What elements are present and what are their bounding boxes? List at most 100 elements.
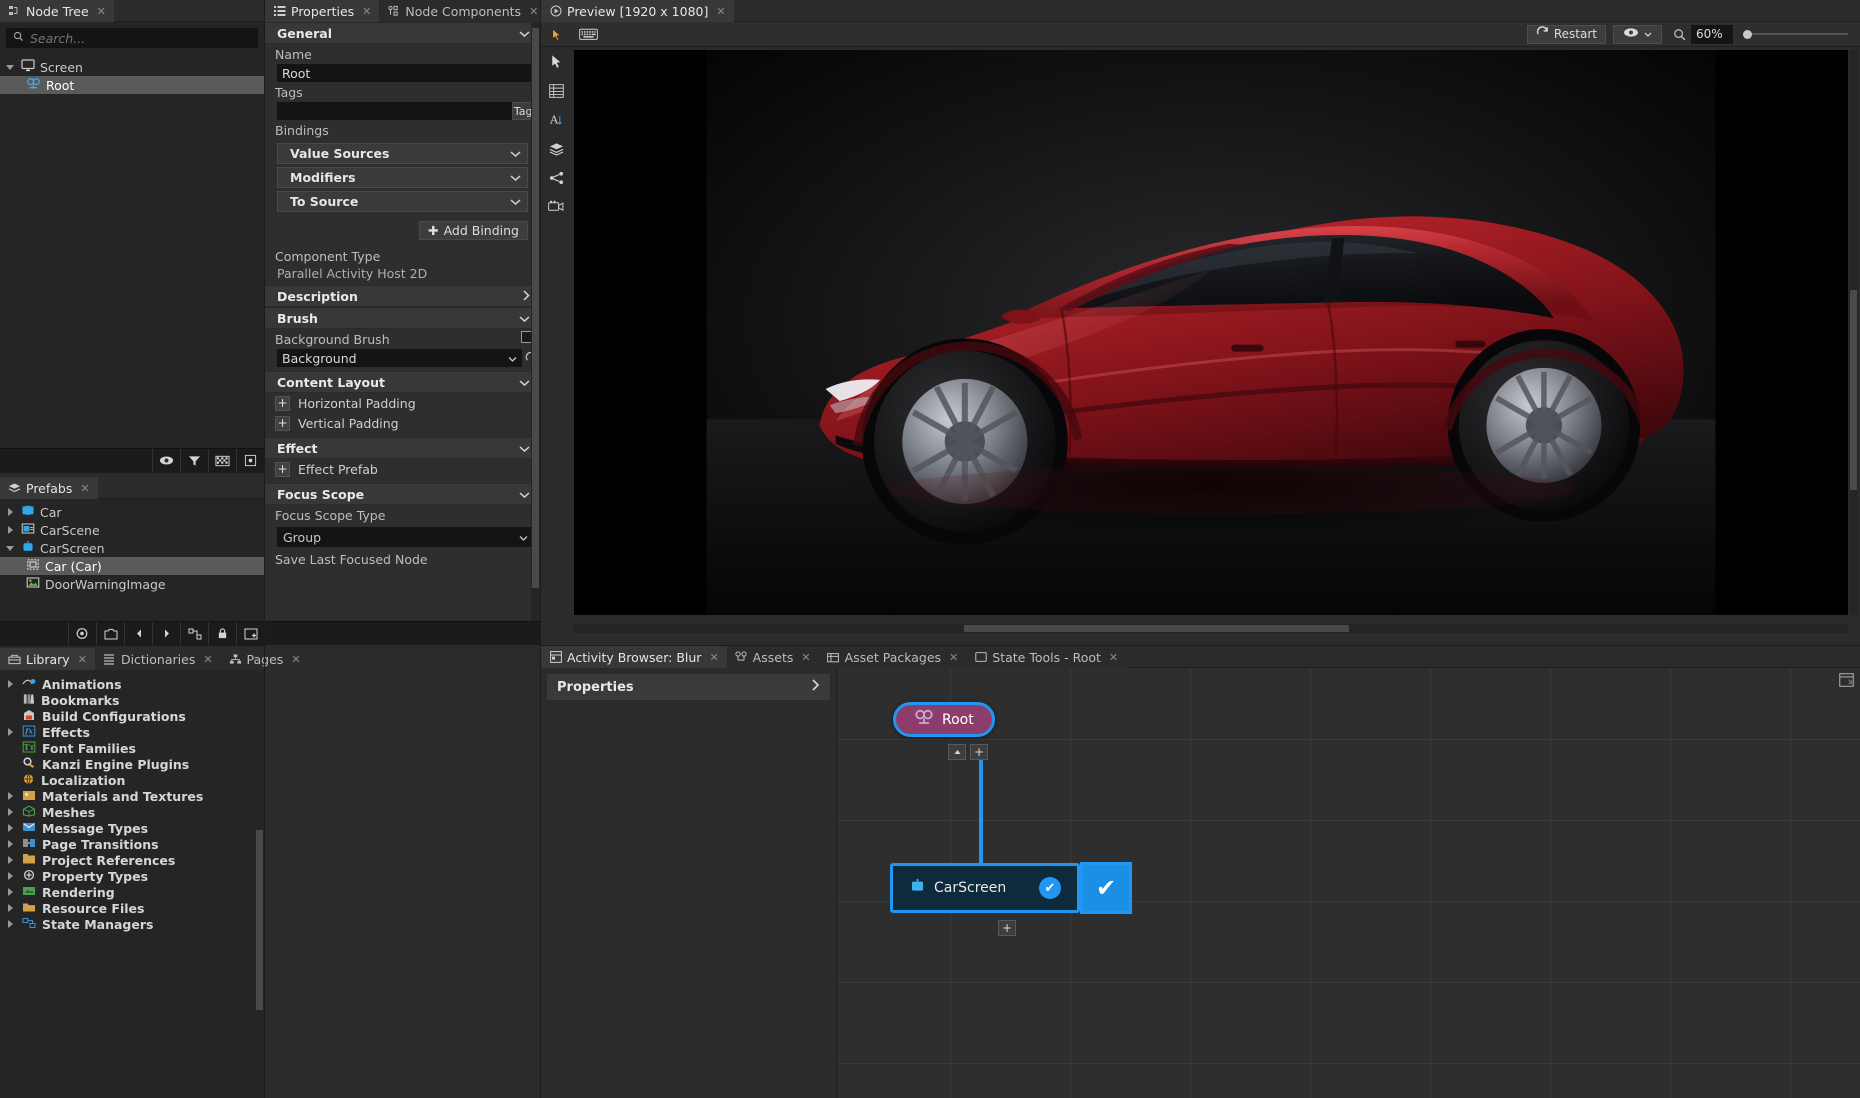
library-item-message-types[interactable]: Message Types (0, 820, 264, 836)
check-icon[interactable]: ✔ (1039, 877, 1061, 899)
section-general[interactable]: General (265, 22, 540, 44)
chevron-down-icon[interactable] (510, 146, 521, 161)
close-icon[interactable]: ✕ (709, 651, 718, 664)
collapse-button[interactable] (948, 744, 966, 760)
close-icon[interactable]: ✕ (949, 651, 958, 664)
chevron-right-icon[interactable] (6, 679, 16, 689)
add-prefab-icon[interactable] (236, 622, 264, 645)
prefab-row-carscreen[interactable]: CarScreen (0, 539, 264, 557)
chevron-right-icon[interactable] (811, 679, 820, 695)
preview-hscrollbar[interactable] (574, 624, 1848, 633)
zoom-slider-knob[interactable] (1743, 29, 1752, 39)
divider-nodetree-prefabs[interactable] (0, 472, 264, 473)
library-item-font-families[interactable]: Tт Font Families (0, 740, 264, 756)
grid-layout-icon[interactable] (541, 76, 571, 105)
tab-activity-browser[interactable]: Activity Browser: Blur ✕ (541, 646, 727, 668)
select-arrow-icon[interactable] (541, 47, 571, 76)
layers-icon[interactable] (541, 134, 571, 163)
chevron-down-icon[interactable] (510, 170, 521, 185)
effect-prefab-row[interactable]: + Effect Prefab (265, 459, 540, 479)
section-description[interactable]: Description (265, 285, 540, 307)
plus-icon[interactable]: + (275, 395, 290, 411)
divider-nodetree-props[interactable] (264, 0, 265, 1098)
snapshot-icon[interactable] (96, 622, 124, 645)
binding-group-modifiers[interactable]: Modifiers (277, 167, 528, 188)
background-brush-field[interactable]: Background (277, 349, 522, 367)
close-icon[interactable]: ✕ (78, 653, 87, 666)
prefab-row-car-instance[interactable]: Car (Car) (0, 557, 264, 575)
name-field[interactable]: Root (277, 64, 540, 82)
tab-assets[interactable]: Assets ✕ (726, 646, 819, 668)
filter-icon[interactable] (180, 449, 208, 472)
close-icon[interactable]: ✕ (97, 5, 106, 18)
section-brush[interactable]: Brush (265, 307, 540, 329)
add-child-button[interactable]: + (970, 744, 988, 760)
camera-icon[interactable] (541, 192, 571, 221)
prefab-row-car[interactable]: Car (0, 503, 264, 521)
library-item-page-transitions[interactable]: Page Transitions (0, 836, 264, 852)
library-item-project-references[interactable]: Project References (0, 852, 264, 868)
horizontal-padding-row[interactable]: + Horizontal Padding (265, 393, 540, 413)
node-tree-search[interactable] (6, 28, 258, 48)
transform-gizmo-icon[interactable] (236, 449, 264, 472)
graph-node-root[interactable]: Root (893, 702, 995, 737)
chevron-down-icon[interactable] (508, 351, 517, 366)
tab-asset-packages[interactable]: Asset Packages ✕ (818, 646, 967, 668)
focus-scope-type-select[interactable]: Group (277, 527, 534, 547)
binding-group-to-source[interactable]: To Source (277, 191, 528, 212)
close-icon[interactable]: ✕ (362, 5, 371, 18)
chevron-right-icon[interactable] (6, 903, 16, 913)
library-item-bookmarks[interactable]: Bookmarks (0, 692, 264, 708)
search-input[interactable] (30, 30, 251, 46)
maximize-icon[interactable] (1838, 672, 1854, 688)
chevron-down-icon[interactable] (519, 311, 530, 326)
chevron-right-icon[interactable] (6, 839, 16, 849)
restart-button[interactable]: Restart (1526, 24, 1606, 44)
zoom-level-field[interactable]: 60% (1691, 24, 1733, 44)
paint-icon[interactable] (68, 622, 96, 645)
chevron-down-icon[interactable] (519, 487, 530, 502)
keyboard-tool-button[interactable] (571, 28, 605, 41)
chevron-right-icon[interactable] (6, 525, 16, 535)
text-tool-icon[interactable]: A (541, 105, 571, 134)
preview-vscrollbar[interactable] (1849, 50, 1858, 615)
plus-icon[interactable]: + (275, 461, 290, 477)
add-binding-button[interactable]: ✚ Add Binding (419, 221, 528, 240)
divider-props-preview[interactable] (540, 0, 541, 1098)
activity-graph[interactable]: Root + CarScreen ✔ ✔ + (838, 668, 1860, 1098)
library-item-meshes[interactable]: Meshes (0, 804, 264, 820)
chevron-right-icon[interactable] (6, 727, 16, 737)
active-state-check-button[interactable]: ✔ (1080, 862, 1132, 914)
tab-node-tree[interactable]: Node Tree ✕ (0, 0, 114, 22)
close-icon[interactable]: ✕ (80, 482, 89, 495)
graph-icon[interactable] (180, 622, 208, 645)
tab-library[interactable]: Library ✕ (0, 648, 95, 670)
library-item-effects[interactable]: fx Effects (0, 724, 264, 740)
close-icon[interactable]: ✕ (203, 653, 212, 666)
add-sibling-button[interactable]: + (998, 920, 1016, 936)
chevron-right-icon[interactable] (6, 807, 16, 817)
close-icon[interactable]: ✕ (1109, 651, 1118, 664)
section-effect[interactable]: Effect (265, 437, 540, 459)
chevron-right-icon[interactable] (6, 823, 16, 833)
tree-row-screen[interactable]: Screen (0, 58, 264, 76)
vertical-padding-row[interactable]: + Vertical Padding (265, 413, 540, 433)
tab-state-tools[interactable]: State Tools - Root ✕ (966, 646, 1127, 668)
close-icon[interactable]: ✕ (291, 653, 300, 666)
zoom-slider[interactable] (1743, 25, 1848, 44)
chevron-down-icon[interactable] (6, 62, 16, 72)
tab-node-components[interactable]: Node Components ✕ (379, 0, 547, 22)
activity-properties-header[interactable]: Properties (547, 674, 830, 700)
library-item-localization[interactable]: Localization (0, 772, 264, 788)
node-graph-icon[interactable] (541, 163, 571, 192)
library-item-property-types[interactable]: Property Types (0, 868, 264, 884)
tags-field[interactable] (277, 102, 512, 120)
chevron-right-icon[interactable] (6, 887, 16, 897)
section-content-layout[interactable]: Content Layout (265, 371, 540, 393)
divider-prefabs-library[interactable] (0, 645, 264, 646)
close-icon[interactable]: ✕ (801, 651, 810, 664)
library-item-build-configurations[interactable]: Build Configurations (0, 708, 264, 724)
chevron-right-icon[interactable] (6, 507, 16, 517)
library-item-materials-and-textures[interactable]: Materials and Textures (0, 788, 264, 804)
chevron-down-icon[interactable] (519, 530, 528, 545)
